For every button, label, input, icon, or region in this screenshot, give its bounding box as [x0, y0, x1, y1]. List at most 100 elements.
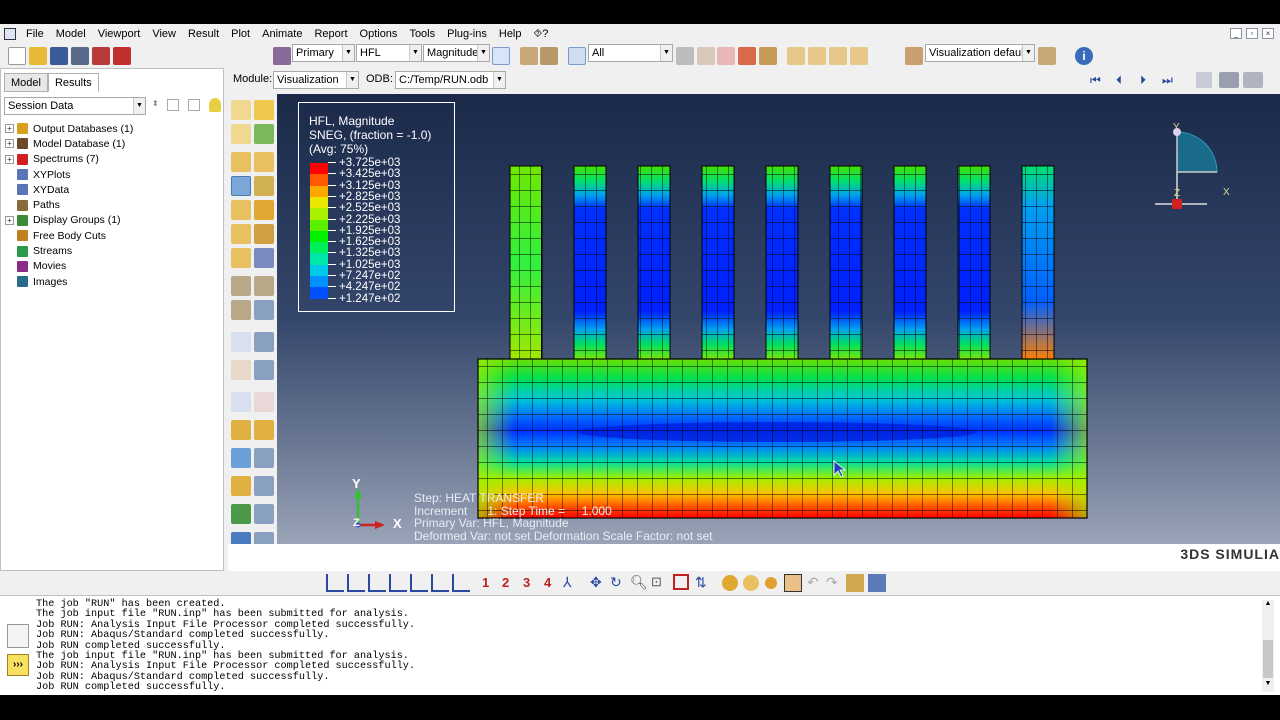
undo-view-icon[interactable]: ↶ [807, 574, 821, 592]
contour-options-icon[interactable] [231, 176, 251, 196]
open-folder-icon[interactable] [29, 47, 47, 65]
filter-tree-icon[interactable] [188, 99, 200, 111]
tree-item[interactable]: XYData [5, 182, 133, 197]
tree-item[interactable]: Paths [5, 197, 133, 212]
view-cut-icon[interactable] [231, 248, 251, 268]
view-zx-icon[interactable] [389, 574, 407, 592]
message-area-icon[interactable] [7, 624, 29, 648]
create-stream-icon[interactable] [231, 420, 251, 440]
tree-item[interactable]: Images [5, 274, 133, 289]
color-code-icon[interactable] [1038, 47, 1056, 65]
module-combo[interactable]: Visualization ▼ [273, 71, 359, 89]
invariant-combo[interactable]: Magnitude ▼ [423, 44, 490, 62]
selection-combo[interactable]: All ▼ [588, 44, 673, 62]
variable-combo[interactable]: HFL ▼ [356, 44, 422, 62]
view-right-icon[interactable] [850, 47, 868, 65]
create-display-group-icon[interactable] [231, 476, 251, 496]
menu-animate[interactable]: Animate [256, 24, 308, 44]
view-4-button[interactable]: 4 [544, 575, 551, 590]
element-manager-icon[interactable] [254, 504, 274, 524]
symbol-options-icon[interactable] [254, 176, 274, 196]
view-3-button[interactable]: 3 [523, 575, 530, 590]
restore-icon[interactable]: ▫ [1246, 28, 1258, 39]
view-iso-icon[interactable] [829, 47, 847, 65]
scroll-down-icon[interactable]: ▼ [1262, 680, 1274, 692]
view-yx-icon[interactable] [347, 574, 365, 592]
plot-deformed-icon[interactable] [254, 100, 274, 120]
plot-symbols-icon[interactable] [231, 152, 251, 172]
plot-contours-undeformed-icon[interactable] [231, 124, 251, 144]
menu-options[interactable]: Options [354, 24, 404, 44]
xy-plot-manager-icon[interactable] [254, 360, 274, 380]
visualization-defaults-combo[interactable]: Visualization defaults ▼ [925, 44, 1035, 62]
bar-chart-icon[interactable] [846, 574, 864, 592]
plot-material-orient-icon[interactable] [254, 152, 274, 172]
last-frame-icon[interactable]: ⏭ [1162, 73, 1176, 87]
tree-item[interactable]: + Model Database (1) [5, 136, 133, 151]
view-1-button[interactable]: 1 [482, 575, 489, 590]
select-cursor-icon[interactable] [568, 47, 586, 65]
view-front-icon[interactable] [787, 47, 805, 65]
zoom-box-icon[interactable]: ⊡ [651, 574, 667, 592]
animation-options-icon[interactable] [254, 300, 274, 320]
view-2-button[interactable]: 2 [502, 575, 509, 590]
tree-item[interactable]: XYPlots [5, 167, 133, 182]
render-shaded-icon[interactable] [722, 575, 738, 591]
create-path-icon[interactable] [231, 392, 251, 412]
free-body-manager-icon[interactable] [254, 448, 274, 468]
ply-stack-icon[interactable] [231, 224, 251, 244]
plot-undeformed-icon[interactable] [231, 100, 251, 120]
viewport[interactable]: HFL, Magnitude SNEG, (fraction = -1.0) (… [277, 94, 1280, 544]
cae-export-icon[interactable] [113, 47, 131, 65]
render-hidden-icon[interactable] [743, 575, 759, 591]
pan-icon[interactable]: ✥ [590, 574, 606, 592]
sort-arrows-icon[interactable]: ⬍ [152, 99, 162, 113]
tree-item[interactable]: Free Body Cuts [5, 228, 133, 243]
render-wireframe-icon[interactable] [765, 577, 777, 589]
lightbulb-icon[interactable] [209, 98, 221, 112]
common-options-icon[interactable] [231, 200, 251, 220]
menu-plot[interactable]: Plot [225, 24, 256, 44]
session-data-combo[interactable]: Session Data ▼ [4, 97, 146, 115]
view-back-icon[interactable] [808, 47, 826, 65]
selection-options-icon[interactable] [676, 47, 694, 65]
add-selected-icon[interactable] [738, 47, 756, 65]
create-xy-icon[interactable] [231, 360, 251, 380]
expand-icon[interactable]: + [5, 139, 14, 149]
animate-scale-icon[interactable] [231, 276, 251, 296]
menu-view[interactable]: View [146, 24, 182, 44]
expand-icon[interactable]: + [5, 154, 14, 164]
collapse-tree-icon[interactable] [167, 99, 179, 111]
color-palette-icon[interactable] [905, 47, 923, 65]
camera-icon[interactable] [1219, 72, 1239, 88]
rotate-icon[interactable]: ↻ [610, 574, 626, 592]
animate-harmonic-icon[interactable] [231, 300, 251, 320]
cycle-views-icon[interactable]: ⇅ [695, 574, 711, 592]
tree-item[interactable]: + Spectrums (7) [5, 152, 133, 167]
stream-manager-icon[interactable] [254, 420, 274, 440]
xy-data-manager-icon[interactable] [254, 332, 274, 352]
menu-model[interactable]: Model [50, 24, 92, 44]
triad-icon[interactable]: ⅄ [563, 574, 579, 592]
tab-model[interactable]: Model [4, 73, 48, 92]
print-icon[interactable] [71, 47, 89, 65]
menu-viewport[interactable]: Viewport [92, 24, 147, 44]
animate-time-icon[interactable] [254, 276, 274, 296]
message-scrollbar[interactable]: ▲ ▼ [1262, 600, 1274, 692]
remove-elements-icon[interactable] [231, 504, 251, 524]
step-combo[interactable]: Primary ▼ [292, 44, 355, 62]
tree-item[interactable]: Streams [5, 243, 133, 258]
overlay-plot-icon[interactable] [254, 224, 274, 244]
path-plot-icon[interactable] [254, 392, 274, 412]
menu-result[interactable]: Result [182, 24, 225, 44]
query-arrow-icon[interactable] [784, 574, 802, 592]
display-group-manager-icon[interactable] [254, 476, 274, 496]
cae-import-icon[interactable] [92, 47, 110, 65]
menu-plugins[interactable]: Plug-ins [441, 24, 493, 44]
auto-fit-icon[interactable] [673, 574, 689, 590]
first-frame-icon[interactable]: ⏮ [1090, 73, 1104, 87]
viewport-manager-icon[interactable] [1196, 72, 1212, 88]
superimpose-options-icon[interactable] [254, 200, 274, 220]
scroll-thumb[interactable] [1263, 640, 1273, 678]
tree-item[interactable]: + Display Groups (1) [5, 213, 133, 228]
